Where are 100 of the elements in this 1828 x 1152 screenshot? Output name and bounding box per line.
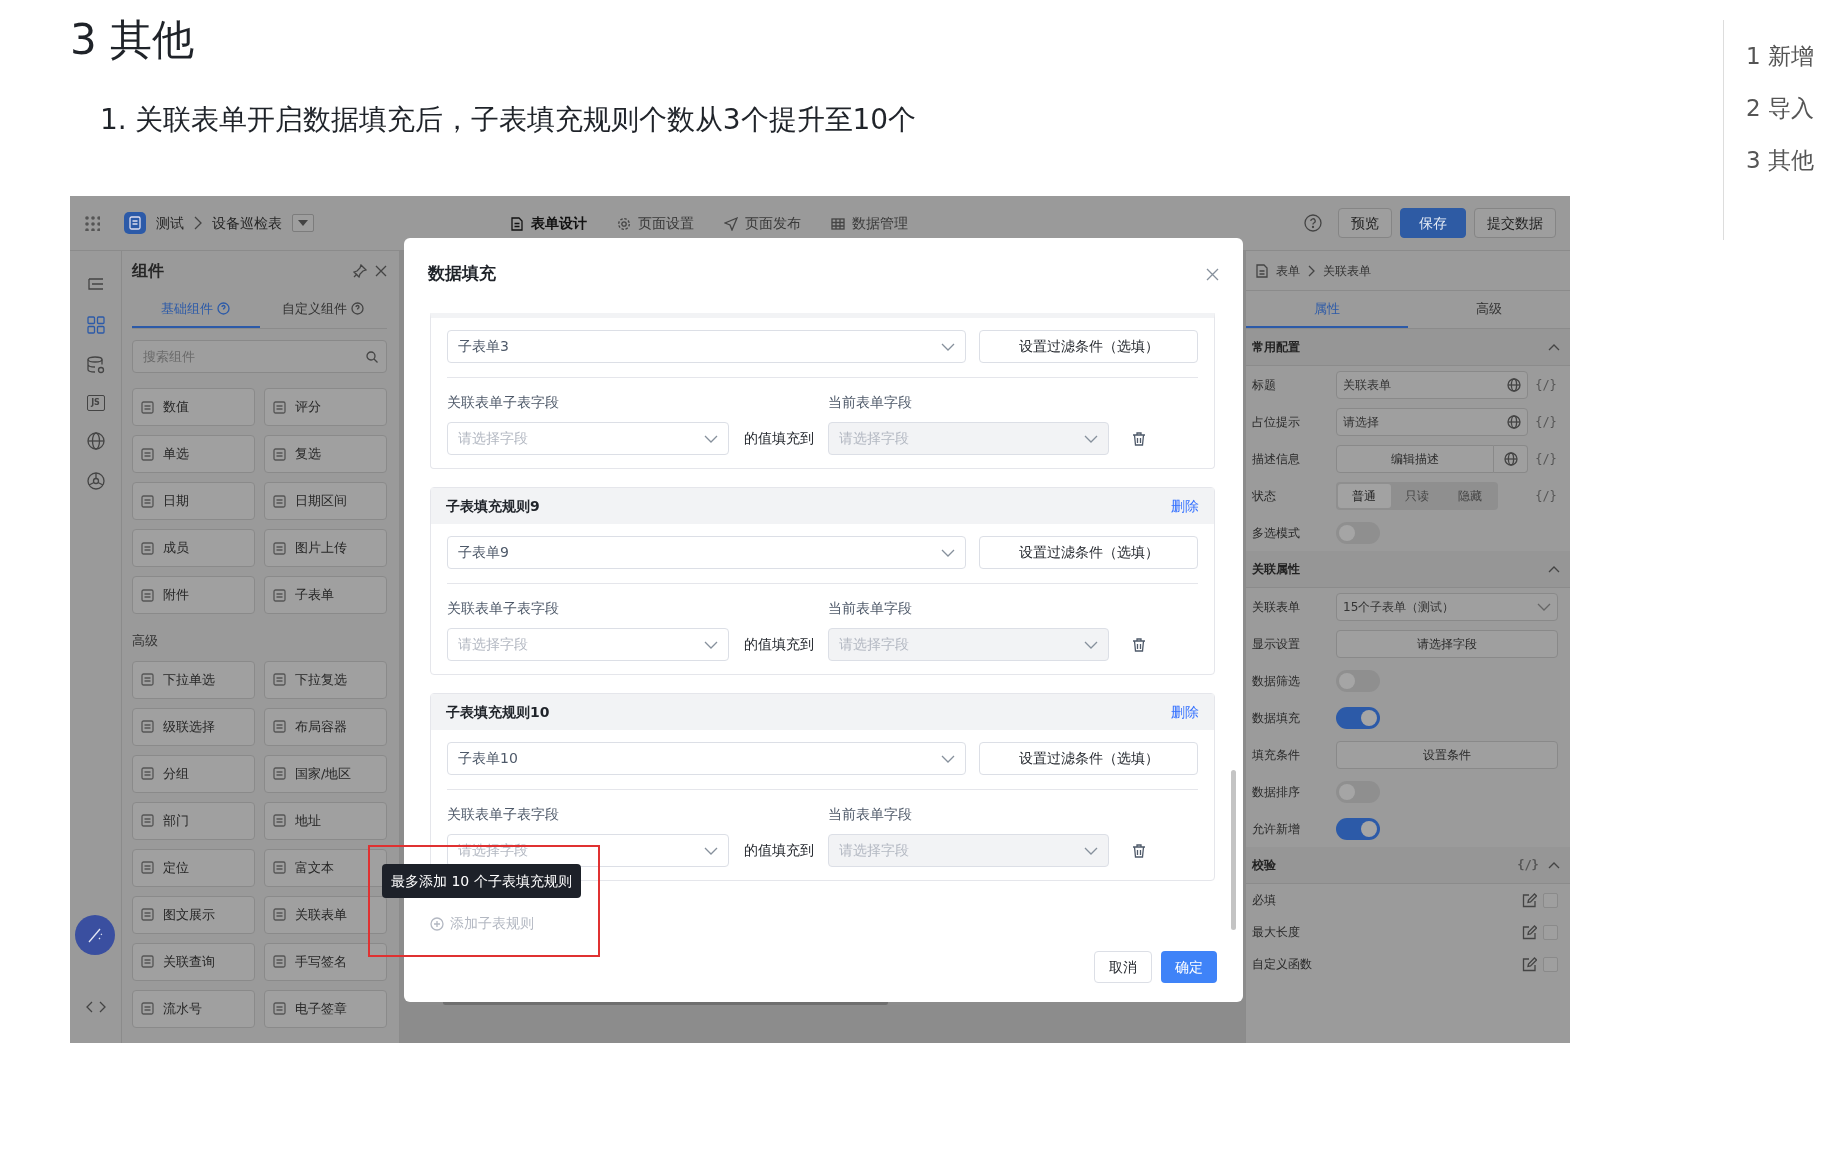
page-tab[interactable]: 页面发布 <box>724 213 801 234</box>
component-item[interactable]: 级联选择 <box>132 707 255 746</box>
magic-wand-icon <box>86 926 104 944</box>
globe-icon[interactable] <box>85 431 106 451</box>
magic-wand-button[interactable] <box>75 915 115 955</box>
component-item[interactable]: 关联表单 <box>264 895 387 934</box>
toggle-switch[interactable] <box>1336 817 1380 840</box>
connector-text: 的值填充到 <box>742 841 815 860</box>
delete-link[interactable]: 删除 <box>1171 701 1199 723</box>
action-button[interactable]: 编辑描述 <box>1336 444 1494 473</box>
component-item[interactable]: 复选 <box>264 435 387 473</box>
component-item[interactable]: 定位 <box>132 848 255 887</box>
help-icon[interactable] <box>1304 214 1322 232</box>
component-item[interactable]: 布局容器 <box>264 707 387 746</box>
chevron-up-icon[interactable] <box>1548 343 1560 351</box>
filter-button[interactable]: 设置过滤条件（选填） <box>979 330 1198 363</box>
select-field[interactable]: 15个子表单（测试） <box>1336 592 1558 621</box>
toolbar-button[interactable]: 提交数据 <box>1474 208 1556 238</box>
edit-icon[interactable] <box>1522 956 1537 972</box>
chevron-down-icon <box>941 548 955 557</box>
breadcrumb-item[interactable]: 设备巡检表 <box>212 212 282 234</box>
component-item[interactable]: 地址 <box>264 801 387 840</box>
cancel-button[interactable]: 取消 <box>1094 951 1152 983</box>
filter-button[interactable]: 设置过滤条件（选填） <box>979 742 1198 775</box>
field-icon <box>141 861 154 874</box>
dropdown-button[interactable] <box>292 214 314 232</box>
component-item[interactable]: 成员 <box>132 529 255 567</box>
breadcrumb-item[interactable]: 测试 <box>156 212 184 234</box>
chevron-up-icon[interactable] <box>1548 861 1560 869</box>
delete-link[interactable]: 删除 <box>1171 495 1199 517</box>
breadcrumb-item[interactable]: 表单 <box>1276 261 1300 280</box>
grid-icon[interactable] <box>85 315 106 335</box>
chevron-down-icon <box>704 434 718 443</box>
page-tab[interactable]: 页面设置 <box>617 213 694 234</box>
edit-icon[interactable] <box>1522 892 1537 908</box>
breadcrumb-item[interactable]: 关联表单 <box>1323 261 1371 280</box>
app-icon[interactable] <box>124 212 146 234</box>
confirm-button[interactable]: 确定 <box>1161 951 1217 983</box>
component-item[interactable]: 下拉单选 <box>132 660 255 699</box>
globe-icon <box>1503 451 1518 466</box>
component-item[interactable]: 数值 <box>132 388 255 426</box>
toc-link[interactable]: 1 新增 <box>1746 40 1814 72</box>
database-icon[interactable] <box>85 355 106 375</box>
chevron-up-icon[interactable] <box>1548 565 1560 573</box>
component-item[interactable]: 日期 <box>132 482 255 520</box>
app-grid-icon[interactable] <box>84 215 100 231</box>
segment-option[interactable]: 隐藏 <box>1443 483 1496 508</box>
component-item[interactable]: 富文本 <box>264 848 387 887</box>
select-field[interactable]: 子表单10 <box>447 742 966 775</box>
select-field: 请选择字段 <box>828 834 1109 867</box>
component-item[interactable]: 部门 <box>132 801 255 840</box>
component-item[interactable]: 图文展示 <box>132 895 255 934</box>
document-icon <box>1256 263 1268 278</box>
component-item[interactable]: 单选 <box>132 435 255 473</box>
component-item[interactable]: 国家/地区 <box>264 754 387 793</box>
aperture-icon[interactable] <box>85 471 106 491</box>
select-field[interactable]: 子表单9 <box>447 536 966 569</box>
component-item[interactable]: 电子签章 <box>264 989 387 1028</box>
text-field[interactable]: 关联表单 <box>1336 370 1528 399</box>
action-button[interactable]: 请选择字段 <box>1336 629 1558 658</box>
trash-icon[interactable] <box>1132 431 1146 446</box>
close-icon[interactable] <box>1206 267 1219 281</box>
edit-icon[interactable] <box>1522 924 1537 940</box>
component-item[interactable]: 附件 <box>132 576 255 614</box>
toggle-switch[interactable] <box>1336 706 1380 729</box>
script-tab[interactable]: JS <box>86 395 105 411</box>
toc-link[interactable]: 3 其他 <box>1746 144 1814 176</box>
toc-link[interactable]: 2 导入 <box>1746 92 1814 124</box>
page-tab[interactable]: 表单设计 <box>510 213 587 234</box>
page-tab[interactable]: 数据管理 <box>831 213 908 234</box>
component-item[interactable]: 日期区间 <box>264 482 387 520</box>
close-icon[interactable] <box>375 265 387 277</box>
component-item[interactable]: 图片上传 <box>264 529 387 567</box>
component-item[interactable]: 关联查询 <box>132 942 255 981</box>
panel-tab[interactable]: 高级 <box>1408 291 1570 328</box>
component-item[interactable]: 子表单 <box>264 576 387 614</box>
action-button[interactable]: 设置条件 <box>1336 740 1558 769</box>
component-item[interactable]: 分组 <box>132 754 255 793</box>
code-icon[interactable] <box>86 1001 106 1013</box>
field-label: 当前表单字段 <box>828 805 913 824</box>
select-field: 请选择字段 <box>828 628 1109 661</box>
toolbar-button[interactable]: 预览 <box>1338 208 1392 238</box>
field-label: 数据填充 <box>1252 709 1301 727</box>
filter-button[interactable]: 设置过滤条件（选填） <box>979 536 1198 569</box>
trash-icon[interactable] <box>1132 637 1146 652</box>
trash-icon[interactable] <box>1132 843 1146 858</box>
pin-icon[interactable] <box>353 264 367 278</box>
component-item[interactable]: 流水号 <box>132 989 255 1028</box>
component-item[interactable]: 手写签名 <box>264 942 387 981</box>
panel-tab[interactable]: 自定义组件 <box>259 291 387 328</box>
select-field[interactable]: 子表单3 <box>447 330 966 363</box>
section-heading: 3 其他 <box>70 14 196 66</box>
translate-button[interactable] <box>1494 444 1528 473</box>
segment-option[interactable]: 普通 <box>1338 483 1391 508</box>
text-field[interactable]: 请选择 <box>1336 407 1528 436</box>
save-button[interactable]: 保存 <box>1400 208 1466 238</box>
component-item[interactable]: 评分 <box>264 388 387 426</box>
segment-option[interactable]: 只读 <box>1390 483 1444 508</box>
component-item[interactable]: 下拉复选 <box>264 660 387 699</box>
scrollbar-thumb[interactable] <box>1231 770 1236 930</box>
